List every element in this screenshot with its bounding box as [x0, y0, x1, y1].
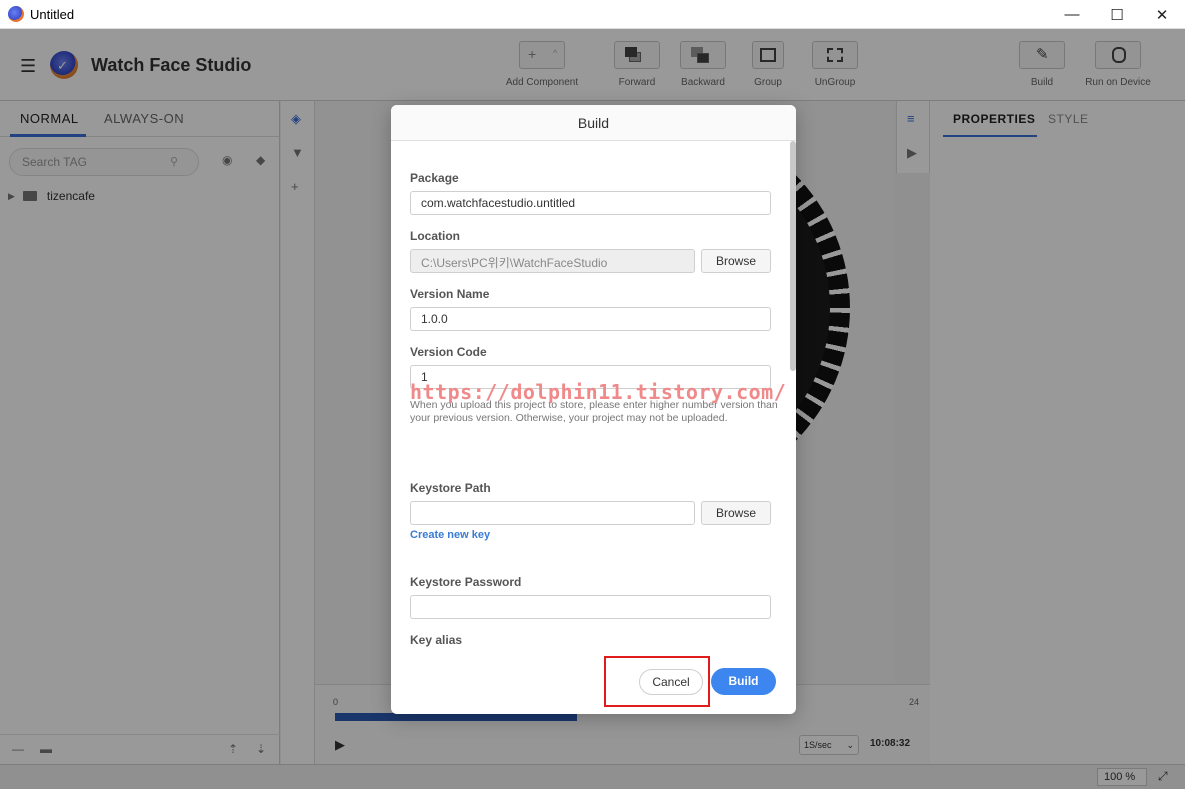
minimize-button[interactable]: — — [1049, 0, 1095, 29]
keystore-path-field[interactable] — [410, 501, 695, 525]
window-title: Untitled — [30, 6, 75, 22]
browse-keystore-button[interactable]: Browse — [701, 501, 771, 525]
key-alias-label: Key alias — [410, 633, 463, 647]
keystore-password-label: Keystore Password — [410, 575, 522, 589]
maximize-button[interactable]: ☐ — [1094, 0, 1140, 29]
app-icon — [8, 6, 24, 22]
cancel-highlight-box — [604, 656, 710, 707]
build-dialog: Build Package com.watchfacestudio.untitl… — [391, 105, 796, 714]
keystore-password-field[interactable] — [410, 595, 771, 619]
browse-location-button[interactable]: Browse — [701, 249, 771, 273]
dialog-title: Build — [391, 105, 796, 141]
window-title-bar: Untitled — ☐ ✕ — [0, 0, 1185, 29]
build-button[interactable]: Build — [711, 668, 776, 695]
version-code-label: Version Code — [410, 345, 487, 359]
create-new-key-link[interactable]: Create new key — [410, 529, 490, 541]
watermark-text: https://dolphin11.tistory.com/ — [410, 380, 787, 404]
location-label: Location — [410, 229, 460, 243]
close-button[interactable]: ✕ — [1139, 0, 1185, 29]
package-field[interactable]: com.watchfacestudio.untitled — [410, 191, 771, 215]
dialog-scrollbar[interactable] — [790, 141, 796, 371]
version-name-field[interactable]: 1.0.0 — [410, 307, 771, 331]
package-label: Package — [410, 171, 459, 185]
keystore-path-label: Keystore Path — [410, 481, 491, 495]
version-name-label: Version Name — [410, 287, 490, 301]
location-field: C:\Users\PC위키\WatchFaceStudio — [410, 249, 695, 273]
